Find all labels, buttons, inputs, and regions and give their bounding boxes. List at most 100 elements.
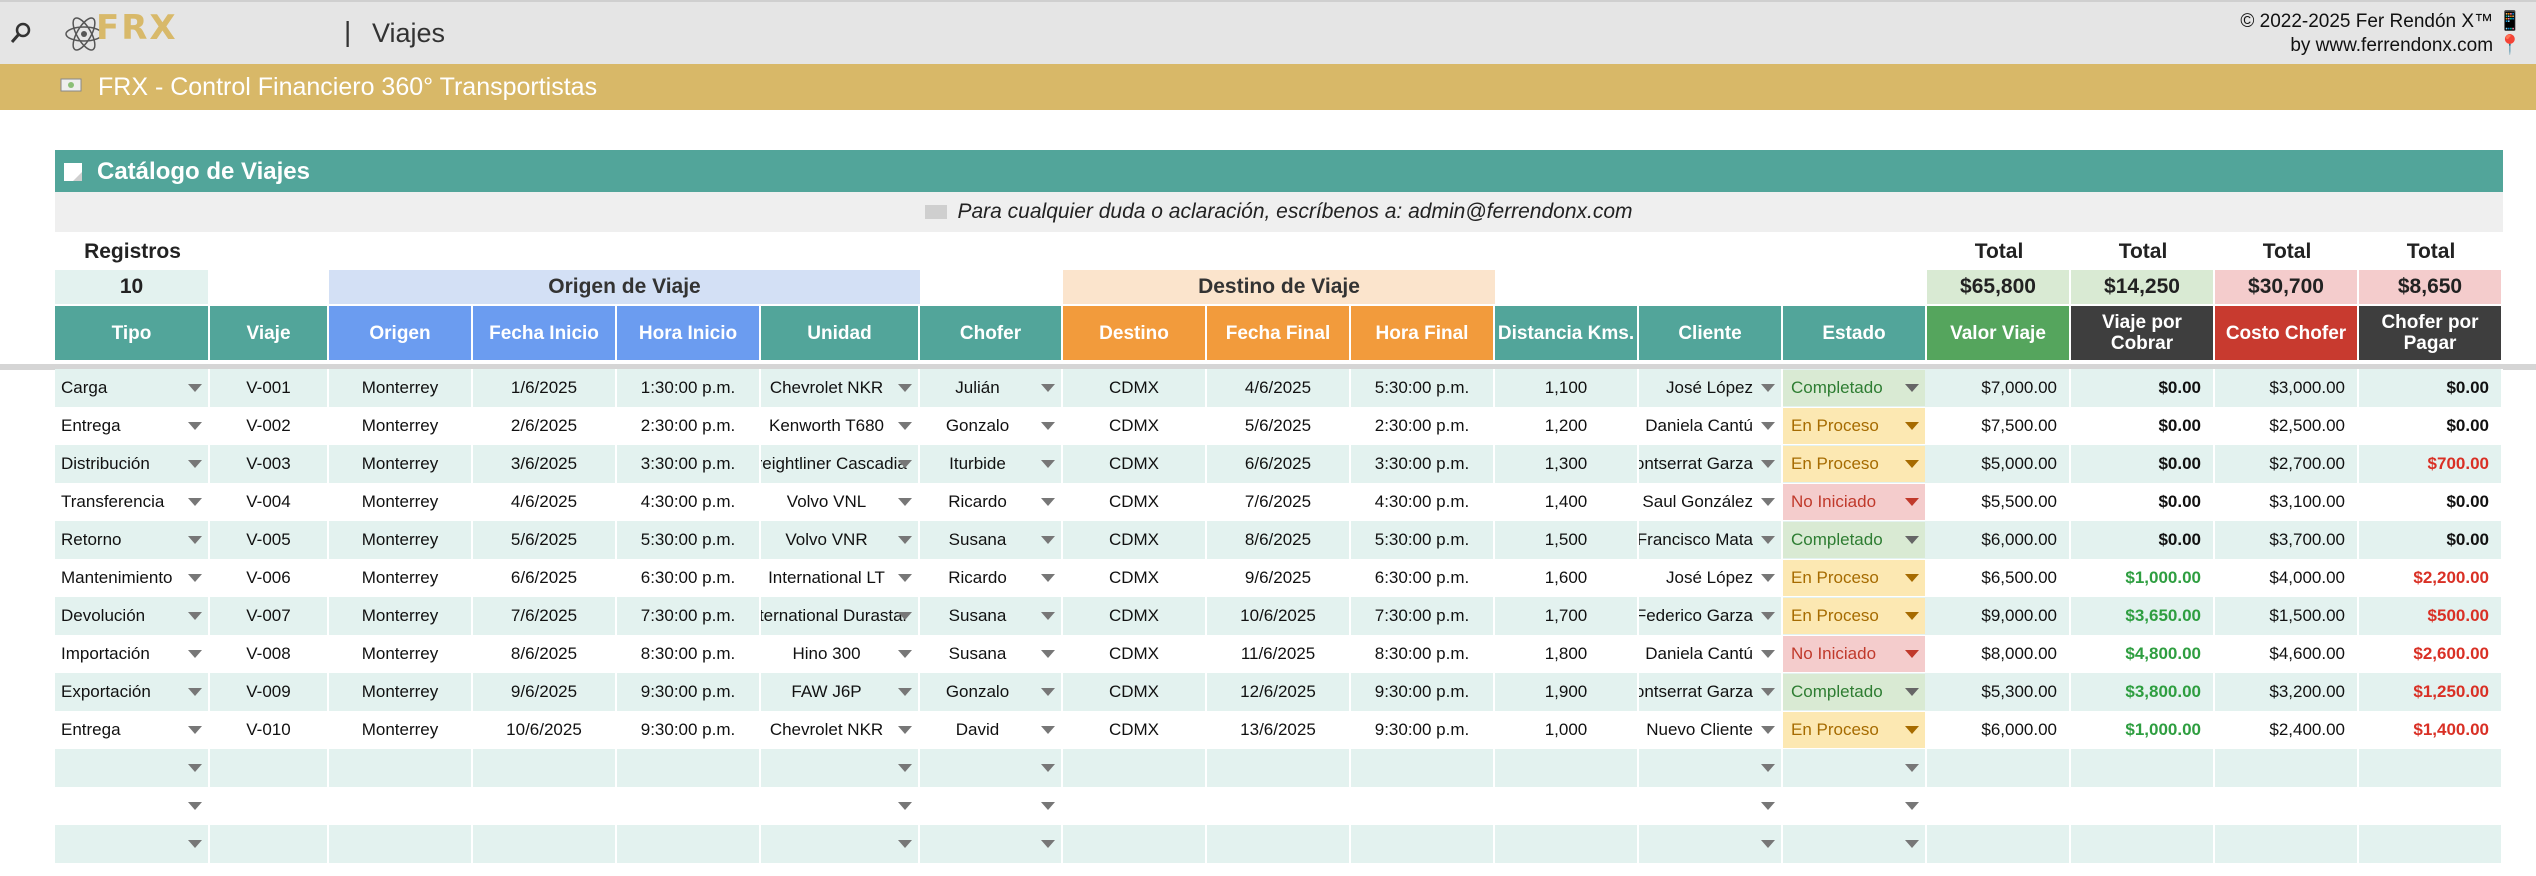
dropdown-arrow-icon[interactable] [188,460,202,468]
table-cell[interactable]: Entrega [55,407,210,445]
dropdown-arrow-icon[interactable] [1041,422,1055,430]
table-cell[interactable]: Kenworth T680 [761,407,920,445]
table-cell[interactable] [761,825,920,863]
dropdown-arrow-icon[interactable] [1761,498,1775,506]
header-fecha-inicio[interactable]: Fecha Inicio [473,306,617,360]
header-tipo[interactable]: Tipo [55,306,210,360]
table-cell[interactable]: Importación [55,635,210,673]
status-badge[interactable]: En Proceso [1783,446,1925,482]
status-badge[interactable]: En Proceso [1783,598,1925,634]
table-cell[interactable]: Transferencia [55,483,210,521]
dropdown-arrow-icon[interactable] [1905,574,1919,582]
dropdown-arrow-icon[interactable] [898,764,912,772]
dropdown-arrow-icon[interactable] [1041,802,1055,810]
dropdown-arrow-icon[interactable] [1041,650,1055,658]
dropdown-arrow-icon[interactable] [1905,498,1919,506]
dropdown-arrow-icon[interactable] [188,536,202,544]
table-cell[interactable]: Retorno [55,521,210,559]
header-destino[interactable]: Destino [1063,306,1207,360]
table-cell[interactable]: Freightliner Cascadia [761,445,920,483]
dropdown-arrow-icon[interactable] [898,802,912,810]
dropdown-arrow-icon[interactable] [188,726,202,734]
table-cell[interactable]: International LT [761,559,920,597]
header-fecha-final[interactable]: Fecha Final [1207,306,1351,360]
status-badge[interactable]: No Iniciado [1783,484,1925,520]
dropdown-arrow-icon[interactable] [898,650,912,658]
dropdown-arrow-icon[interactable] [1905,422,1919,430]
dropdown-arrow-icon[interactable] [1761,574,1775,582]
table-cell[interactable]: Exportación [55,673,210,711]
dropdown-arrow-icon[interactable] [898,688,912,696]
dropdown-arrow-icon[interactable] [898,612,912,620]
dropdown-arrow-icon[interactable] [1761,840,1775,848]
header-chofer-por-pagar[interactable]: Chofer por Pagar [2359,306,2503,360]
table-cell[interactable]: Devolución [55,597,210,635]
dropdown-arrow-icon[interactable] [898,422,912,430]
table-cell[interactable]: Chevrolet NKR [761,711,920,749]
dropdown-arrow-icon[interactable] [1041,612,1055,620]
dropdown-arrow-icon[interactable] [898,498,912,506]
dropdown-arrow-icon[interactable] [1905,726,1919,734]
dropdown-arrow-icon[interactable] [1761,726,1775,734]
dropdown-arrow-icon[interactable] [188,612,202,620]
dropdown-arrow-icon[interactable] [1041,726,1055,734]
dropdown-arrow-icon[interactable] [1905,536,1919,544]
status-badge[interactable]: Completado [1783,522,1925,558]
header-hora-inicio[interactable]: Hora Inicio [617,306,761,360]
header-chofer[interactable]: Chofer [920,306,1063,360]
table-cell[interactable]: Distribución [55,445,210,483]
dropdown-arrow-icon[interactable] [1905,688,1919,696]
table-cell[interactable]: Volvo VNR [761,521,920,559]
dropdown-arrow-icon[interactable] [1041,574,1055,582]
dropdown-arrow-icon[interactable] [188,688,202,696]
dropdown-arrow-icon[interactable] [188,650,202,658]
table-cell[interactable]: FAW J6P [761,673,920,711]
header-costo-chofer[interactable]: Costo Chofer [2215,306,2359,360]
dropdown-arrow-icon[interactable] [188,574,202,582]
header-distancia-kms[interactable]: Distancia Kms. [1495,306,1639,360]
table-cell[interactable] [55,825,210,863]
header-viaje-por-cobrar[interactable]: Viaje por Cobrar [2071,306,2215,360]
dropdown-arrow-icon[interactable] [898,536,912,544]
header-valor-viaje[interactable]: Valor Viaje [1927,306,2071,360]
table-cell[interactable]: Carga [55,369,210,407]
dropdown-arrow-icon[interactable] [1761,422,1775,430]
dropdown-arrow-icon[interactable] [1761,802,1775,810]
dropdown-arrow-icon[interactable] [1041,498,1055,506]
dropdown-arrow-icon[interactable] [1905,612,1919,620]
table-cell[interactable]: Hino 300 [761,635,920,673]
dropdown-arrow-icon[interactable] [1761,536,1775,544]
header-hora-final[interactable]: Hora Final [1351,306,1495,360]
dropdown-arrow-icon[interactable] [1041,536,1055,544]
table-cell[interactable] [55,749,210,787]
header-estado[interactable]: Estado [1783,306,1927,360]
dropdown-arrow-icon[interactable] [1761,460,1775,468]
dropdown-arrow-icon[interactable] [1905,802,1919,810]
status-badge[interactable]: En Proceso [1783,408,1925,444]
table-cell[interactable]: Chevrolet NKR [761,369,920,407]
dropdown-arrow-icon[interactable] [898,384,912,392]
search-icon[interactable] [8,20,34,46]
status-badge[interactable]: En Proceso [1783,712,1925,748]
dropdown-arrow-icon[interactable] [1761,650,1775,658]
dropdown-arrow-icon[interactable] [1041,764,1055,772]
dropdown-arrow-icon[interactable] [1041,460,1055,468]
dropdown-arrow-icon[interactable] [188,498,202,506]
dropdown-arrow-icon[interactable] [188,422,202,430]
header-cliente[interactable]: Cliente [1639,306,1783,360]
table-cell[interactable] [761,787,920,825]
copyright-line-2[interactable]: by www.ferrendonx.com 📍 [2240,34,2522,58]
dropdown-arrow-icon[interactable] [1905,384,1919,392]
dropdown-arrow-icon[interactable] [1761,688,1775,696]
dropdown-arrow-icon[interactable] [1905,840,1919,848]
dropdown-arrow-icon[interactable] [188,840,202,848]
header-origen[interactable]: Origen [329,306,473,360]
dropdown-arrow-icon[interactable] [188,764,202,772]
table-cell[interactable] [761,749,920,787]
dropdown-arrow-icon[interactable] [1905,650,1919,658]
dropdown-arrow-icon[interactable] [898,840,912,848]
table-cell[interactable]: Volvo VNL [761,483,920,521]
dropdown-arrow-icon[interactable] [1761,384,1775,392]
dropdown-arrow-icon[interactable] [1761,764,1775,772]
dropdown-arrow-icon[interactable] [1041,840,1055,848]
